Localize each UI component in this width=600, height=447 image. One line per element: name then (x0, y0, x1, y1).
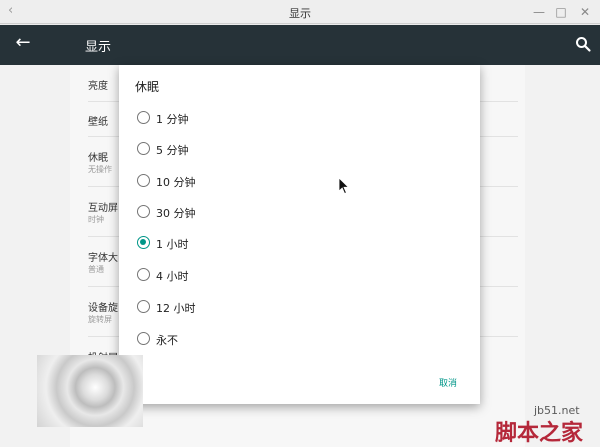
option-10-minutes[interactable]: 10 分钟 (137, 171, 337, 191)
sleep-dialog: 休眠 1 分钟 5 分钟 10 分钟 30 分钟 1 小时 4 小时 12 小时… (119, 65, 480, 404)
option-label: 10 分钟 (156, 176, 196, 189)
setting-title: 字体大 (88, 253, 118, 264)
option-label: 5 分钟 (156, 144, 189, 157)
option-12-hours[interactable]: 12 小时 (137, 297, 337, 317)
dialog-title: 休眠 (135, 80, 160, 94)
setting-subtitle: 时钟 (88, 215, 104, 224)
radio-button[interactable] (137, 205, 150, 218)
mouse-cursor-icon (338, 177, 350, 195)
option-30-minutes[interactable]: 30 分钟 (137, 202, 337, 222)
option-label: 1 分钟 (156, 113, 189, 126)
option-label: 1 小时 (156, 238, 189, 251)
window-titlebar: ‹ 显示 — □ ✕ (0, 0, 600, 24)
radio-button[interactable] (137, 332, 150, 345)
option-5-minutes[interactable]: 5 分钟 (137, 139, 337, 159)
radio-button-checked[interactable] (137, 236, 150, 249)
setting-subtitle: 无操作 (88, 165, 112, 174)
radio-button[interactable] (137, 111, 150, 124)
minimize-icon[interactable]: — (530, 3, 548, 21)
page-title: 显示 (85, 40, 112, 55)
setting-subtitle: 普通 (88, 265, 104, 274)
option-never[interactable]: 永不 (137, 329, 337, 349)
cancel-button[interactable]: 取消 (439, 376, 457, 389)
option-label: 30 分钟 (156, 207, 196, 220)
option-label: 永不 (156, 334, 178, 347)
app-bar: ← 显示 (0, 25, 600, 65)
option-1-minute[interactable]: 1 分钟 (137, 108, 337, 128)
setting-title: 休眠 (88, 153, 108, 164)
option-1-hour[interactable]: 1 小时 (137, 233, 337, 253)
watermark-logo: 脚本之家 (495, 420, 584, 446)
close-icon[interactable]: ✕ (576, 3, 594, 21)
radio-button[interactable] (137, 174, 150, 187)
back-arrow-icon[interactable]: ← (12, 32, 34, 54)
window-title: 显示 (289, 7, 311, 20)
option-label: 12 小时 (156, 302, 196, 315)
option-label: 4 小时 (156, 270, 189, 283)
radio-button[interactable] (137, 142, 150, 155)
setting-title: 壁纸 (88, 117, 108, 128)
setting-title: 亮度 (88, 81, 108, 92)
radio-button[interactable] (137, 268, 150, 281)
maximize-icon[interactable]: □ (552, 3, 570, 21)
setting-title: 互动屏 (88, 203, 118, 214)
setting-title: 设备旋 (88, 303, 118, 314)
search-icon[interactable] (574, 35, 592, 53)
option-4-hours[interactable]: 4 小时 (137, 265, 337, 285)
watermark-image (37, 355, 143, 427)
radio-button[interactable] (137, 300, 150, 313)
setting-subtitle: 旋转屏 (88, 315, 112, 324)
